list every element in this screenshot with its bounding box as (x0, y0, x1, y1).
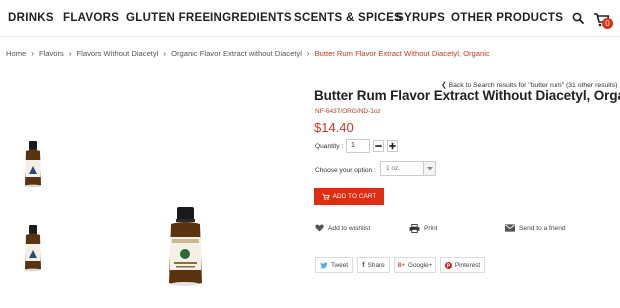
option-select[interactable]: 1 oz. (380, 161, 436, 176)
send-to-friend-label: Send to a friend (519, 224, 566, 232)
product-main-image[interactable] (140, 205, 230, 290)
nav-item-gluten-free[interactable]: GLUTEN FREE (126, 12, 210, 24)
breadcrumb-organic[interactable]: Organic Flavor Extract without Diacetyl (171, 49, 302, 58)
wishlist-label: Add to wishlist (328, 224, 371, 232)
quantity-increase-button[interactable] (387, 140, 398, 152)
share-label: Share (367, 261, 385, 269)
printer-icon (409, 224, 420, 233)
quantity-input[interactable]: 1 (346, 139, 370, 153)
quantity-label: Quantity : (315, 143, 344, 150)
send-to-friend-link[interactable]: Send to a friend (505, 224, 566, 232)
google-plus-button[interactable]: 8+ Google+ (394, 257, 436, 273)
pinterest-button[interactable]: P Pinterest (440, 257, 485, 273)
facebook-icon: f (362, 261, 365, 269)
heart-icon (315, 224, 324, 232)
google-plus-label: Google+ (408, 261, 433, 269)
nav-item-flavors[interactable]: FLAVORS (63, 12, 119, 24)
add-to-wishlist-link[interactable]: Add to wishlist (315, 224, 370, 232)
cart-icon (322, 193, 330, 200)
product-sku: NF-6437/ORG/ND-1oz (315, 108, 381, 115)
breadcrumb-flavors[interactable]: Flavors (39, 49, 64, 58)
cart-count-badge: 0 (602, 18, 613, 29)
product-thumbnail-1[interactable] (7, 138, 57, 190)
product-price: $14.40 (314, 120, 354, 135)
product-thumbnail-2[interactable] (7, 222, 57, 274)
header-divider (0, 36, 620, 37)
nav-item-drinks[interactable]: DRINKS (8, 12, 54, 24)
nav-item-other-products[interactable]: OTHER PRODUCTS (451, 12, 563, 24)
pinterest-icon: P (444, 261, 452, 269)
twitter-icon (319, 261, 328, 269)
option-label: Choose your option : (315, 167, 376, 174)
add-to-cart-button[interactable]: ADD TO CART (314, 188, 384, 205)
breadcrumb-without-diacetyl[interactable]: Flavors Without Diacetyl (77, 49, 159, 58)
option-select-value: 1 oz. (386, 165, 401, 172)
breadcrumb: Home › Flavors › Flavors Without Diacety… (6, 49, 490, 58)
google-plus-icon: 8+ (397, 261, 406, 269)
search-icon[interactable] (572, 12, 584, 24)
top-navigation: DRINKS FLAVORS GLUTEN FREE INGREDIENTS S… (0, 0, 620, 36)
add-to-cart-label: ADD TO CART (332, 193, 377, 200)
pinterest-label: Pinterest (454, 261, 481, 269)
product-title: Butter Rum Flavor Extract Without Diacet… (314, 88, 620, 103)
breadcrumb-current: Butter Rum Flavor Extract Without Diacet… (314, 49, 490, 58)
chevron-right-icon: › (163, 49, 167, 58)
nav-item-scents-spices[interactable]: SCENTS & SPICES (294, 12, 402, 24)
plus-icon (389, 142, 396, 150)
envelope-icon (505, 224, 515, 232)
print-link[interactable]: Print (409, 224, 438, 233)
tweet-button[interactable]: Tweet (315, 257, 353, 273)
svg-text:P: P (447, 263, 451, 268)
print-label: Print (424, 225, 438, 232)
quantity-decrease-button[interactable] (373, 140, 384, 152)
tweet-label: Tweet (330, 261, 349, 269)
nav-item-ingredients[interactable]: INGREDIENTS (210, 12, 292, 24)
minus-icon (375, 145, 382, 147)
chevron-right-icon: › (68, 49, 72, 58)
nav-item-syrups[interactable]: SYRUPS (396, 12, 445, 24)
chevron-right-icon: › (31, 49, 34, 58)
facebook-share-button[interactable]: f Share (357, 257, 390, 273)
chevron-right-icon: › (306, 49, 310, 58)
chevron-down-icon (423, 162, 435, 175)
breadcrumb-home[interactable]: Home (6, 49, 26, 58)
